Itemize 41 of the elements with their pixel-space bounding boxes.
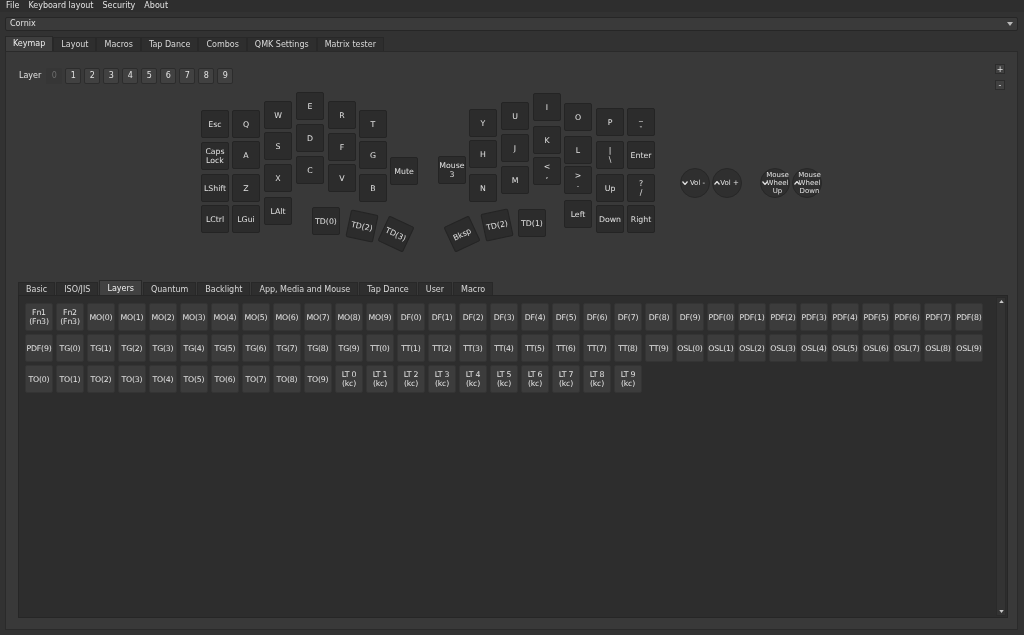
chevron-down-icon <box>682 181 688 185</box>
chevron-up-icon <box>794 181 800 185</box>
tab[interactable]: Basic <box>18 282 56 295</box>
menu-item[interactable]: Security <box>102 1 136 11</box>
tab[interactable]: User <box>417 282 453 295</box>
scrollbar[interactable] <box>996 297 1006 616</box>
layer-button[interactable]: 1 <box>65 68 82 84</box>
down-arrow-icon <box>998 610 1004 613</box>
up-arrow-icon <box>998 300 1004 303</box>
layer-button[interactable]: 5 <box>141 68 158 84</box>
layer-button[interactable]: 4 <box>122 68 139 84</box>
layer-button[interactable]: 3 <box>103 68 120 84</box>
tab[interactable]: Layout <box>53 37 97 51</box>
menu-item[interactable]: About <box>144 1 168 11</box>
layer-button[interactable]: 9 <box>217 68 234 84</box>
tab[interactable]: QMK Settings <box>246 37 317 51</box>
menu-item[interactable]: Keyboard layout <box>28 1 94 11</box>
tab[interactable]: Backlight <box>197 282 251 295</box>
tab[interactable]: Quantum <box>142 282 197 295</box>
layer-button[interactable]: 2 <box>84 68 101 84</box>
tab[interactable]: Macros <box>96 37 141 51</box>
caret-icon <box>1007 22 1013 26</box>
layer-button[interactable]: 7 <box>179 68 196 84</box>
tab[interactable]: Tap Dance <box>359 282 417 295</box>
tab[interactable]: Layers <box>99 280 142 295</box>
keyboard-select[interactable]: Cornix <box>5 17 1018 31</box>
tab[interactable]: ISO/JIS <box>56 282 99 295</box>
menu-item[interactable]: File <box>6 1 20 11</box>
chevron-up-icon <box>714 181 720 185</box>
tab[interactable]: Tap Dance <box>140 37 199 51</box>
tab[interactable]: Keymap <box>5 36 54 51</box>
scale-button[interactable]: - <box>995 80 1005 90</box>
tab[interactable]: App, Media and Mouse <box>251 282 359 295</box>
layer-label: Layer <box>19 71 42 81</box>
tab[interactable]: Matrix tester <box>316 37 384 51</box>
scale-button[interactable]: + <box>995 64 1005 74</box>
chevron-down-icon <box>762 181 768 185</box>
layer-button[interactable]: 8 <box>198 68 215 84</box>
tab[interactable]: Macro <box>453 282 494 295</box>
layer-button[interactable]: 6 <box>160 68 177 84</box>
tab[interactable]: Combos <box>198 37 247 51</box>
